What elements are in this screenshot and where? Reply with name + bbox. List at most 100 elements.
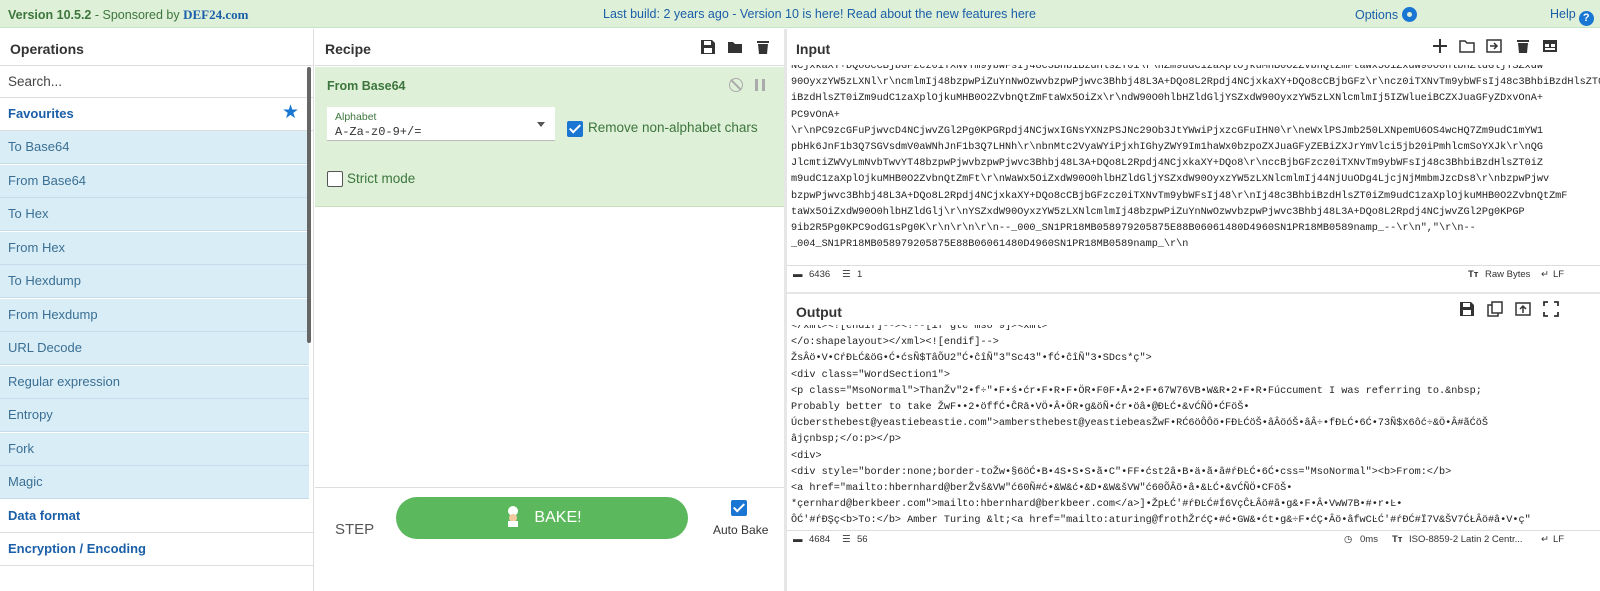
operation-magic[interactable]: Magic [0,466,309,499]
bake-bar: STEP BAKE! Auto Bake [315,487,784,591]
output-panel: Output </xml><![endif]--><!--[if gte mso… [787,292,1600,591]
maximise-icon[interactable] [1543,301,1559,317]
options-button[interactable]: Options [1355,7,1418,22]
copy-icon[interactable] [1487,301,1503,317]
input-text-line: \r\nPC9zcGFuPjwvcD4NCjwvZGl2Pg0KPGRpdj4N… [791,125,1543,137]
build-notice-text: Last build: 2 years ago - Version 10 is … [603,7,1011,21]
output-encoding[interactable]: ISO-8859-2 Latin 2 Centr... [1409,534,1523,545]
operation-fork[interactable]: Fork [0,433,309,466]
pause-icon[interactable] [755,79,765,91]
eol-icon: ↵ [1541,534,1549,545]
output-lines: 56 [857,534,868,545]
folder-icon[interactable] [727,39,743,55]
top-banner: Version 10.5.2 - Sponsored by DEF24.com … [0,0,1600,28]
output-text-line: âjçnbsp;</o:p></p> [791,434,902,446]
operation-entropy[interactable]: Entropy [0,399,309,432]
help-button[interactable]: Help? [1550,7,1594,26]
alphabet-label: Alphabet [335,111,377,123]
input-text-line: JlcmtiZWVyLmNvbTwvYT48bzpwPjwvbzpwPjwvc3… [791,158,1543,170]
operation-url-decode[interactable]: URL Decode [0,332,309,365]
trash-icon[interactable] [755,39,771,55]
alphabet-value: A-Za-z0-9+/= [335,125,422,139]
build-notice: Last build: 2 years ago - Version 10 is … [603,7,1036,21]
sponsored-prefix: - Sponsored by [91,8,184,22]
help-icon: ? [1578,11,1594,26]
bake-button[interactable]: BAKE! [396,497,688,539]
disable-operation-icon[interactable] [729,78,743,92]
output-text-line: <div> [791,450,822,462]
category-encryption-encoding[interactable]: Encryption / Encoding [0,533,314,566]
favourites-label: Favourites [8,106,74,121]
clock-icon: ◷ [1344,534,1353,545]
operation-from-base64[interactable]: From Base64 [0,165,309,198]
input-panel: Input NCjxkaXY+DQo8cCBjbGFzcz0iTXNvTm9yb… [787,29,1600,292]
operation-from-base64-card: From Base64 Alphabet A-Za-z0-9+/= Remove… [315,67,784,207]
operation-to-base64[interactable]: To Base64 [0,131,309,164]
layout-icon[interactable] [1542,38,1558,54]
output-status-bar: ▬ 4684 ☰ 56 ◷ 0ms Tт ISO-8859-2 Latin 2 … [787,530,1600,549]
output-text-line: <div style="border:none;border-toŽw•§6öĆ… [791,466,1452,478]
output-eol[interactable]: LF [1553,534,1564,545]
output-text-line: Úcbersthebest@yeastiebeastie.com">ambers… [791,418,1488,430]
input-length: 6436 [809,269,831,280]
auto-bake-checkbox[interactable] [731,500,747,516]
input-text-line: 90OyxzYW5zLXNl\r\ncmlmIj48bzpwPiZuYnNwOz… [791,77,1600,89]
auto-bake-label: Auto Bake [713,523,769,537]
input-text-line: bzpwPjwvc3Bhbj48L3A+DQo8L2Rpdj4NCjxkaXY+… [791,190,1568,202]
step-button[interactable]: STEP [335,521,374,538]
operations-scrollbar[interactable] [307,67,311,343]
operation-regular-expression[interactable]: Regular expression [0,366,309,399]
save-output-icon[interactable] [1459,301,1475,317]
version-label: Version 10.5.2 [8,8,92,22]
output-text[interactable]: </xml><![endif]--><!--[if gte mso 9]><xm… [791,325,1531,530]
recipe-header: Recipe [315,29,784,66]
operation-from-hexdump[interactable]: From Hexdump [0,299,309,332]
options-label: Options [1355,8,1399,22]
length-icon: ▬ [793,534,803,545]
input-text[interactable]: NCjxkaXY+DQo8cCBjbGFzcz0iTXNvTm9ybWFsIj4… [791,65,1600,253]
strict-mode-checkbox[interactable] [327,171,343,187]
input-text-line: NCjxkaXY+DQo8cCBjbGFzcz0iTXNvTm9ybWFsIj4… [791,65,1543,72]
help-label: Help [1550,7,1576,21]
clear-input-icon[interactable] [1515,38,1531,54]
output-text-line: Probably better to take ŽwF••2•öffĆ•ĈRā•… [791,402,1250,414]
replace-input-icon[interactable] [1515,301,1531,317]
text-icon: Tт [1468,269,1479,280]
open-folder-icon[interactable] [1459,38,1475,54]
bake-time: 0ms [1360,534,1378,545]
input-text-line: 9ib2R5Pg0KPC9odG1sPg0K\r\n\r\n\r\n--_000… [791,223,1476,235]
input-text-line: m9udC1zaXplOjkuMHB0O2ZvbnQtZmFt\r\nWaWx5… [791,174,1550,186]
input-text-area[interactable]: NCjxkaXY+DQo8cCBjbGFzcz0iTXNvTm9ybWFsIj4… [787,65,1600,264]
output-text-line: <p class="MsoNormal">ThanŽv"2•f÷"•F•ś•ćr… [791,385,1482,397]
text-icon: Tт [1392,534,1403,545]
input-header: Input [787,29,1600,66]
raw-bytes-label[interactable]: Raw Bytes [1485,269,1530,280]
output-text-area[interactable]: </xml><![endif]--><!--[if gte mso 9]><xm… [787,325,1600,551]
input-text-line: pbHk6JnF1b3Q7SGVsdmV0aWNhJnF1b3Q7LHNh\r\… [791,142,1543,154]
category-favourites[interactable]: Favourites ★ [0,98,314,131]
input-text-line: iBzdHlsZT0iZm9udC1zaXplOjkuMHB0O2ZvbnQtZ… [791,93,1543,105]
alphabet-select[interactable]: Alphabet A-Za-z0-9+/= [327,107,555,141]
star-icon[interactable]: ★ [282,103,300,122]
features-link[interactable]: here [1011,7,1036,21]
open-file-icon[interactable] [1486,38,1502,54]
search-box [0,67,314,98]
output-length: 4684 [809,534,831,545]
add-tab-icon[interactable] [1432,38,1448,54]
input-text-line: PC9vOnA+ [791,109,840,121]
sponsor-link[interactable]: DEF24.com [183,7,248,22]
remove-nonalpha-label: Remove non-alphabet chars [588,120,758,135]
output-text-line: <a href="mailto:hbernhard@berŽvš&VW"ć60Ñ… [791,483,1293,495]
operation-from-hex[interactable]: From Hex [0,232,309,265]
save-icon[interactable] [700,39,716,55]
operation-to-hex[interactable]: To Hex [0,198,309,231]
gear-icon [1402,7,1418,22]
category-data-format[interactable]: Data format [0,500,314,533]
output-text-line: <div class="WordSection1"> [791,369,950,381]
operations-search-input[interactable] [0,67,300,95]
remove-nonalpha-checkbox[interactable] [567,121,583,137]
input-eol[interactable]: LF [1553,269,1564,280]
input-text-line: _004_SN1PR18MB058979205875E88B06061480D4… [791,239,1189,251]
lines-icon: ☰ [842,534,851,545]
operation-to-hexdump[interactable]: To Hexdump [0,265,309,298]
